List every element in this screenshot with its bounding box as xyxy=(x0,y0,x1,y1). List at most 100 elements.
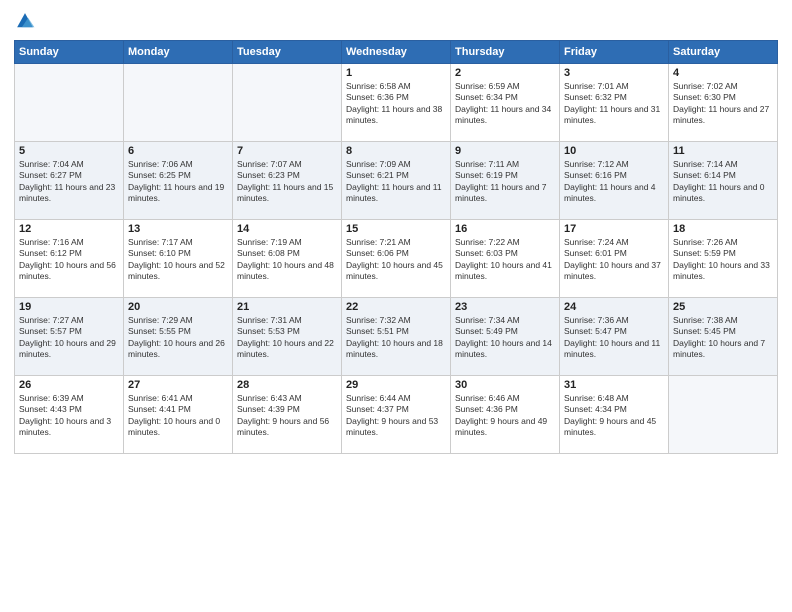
calendar-cell: 14Sunrise: 7:19 AMSunset: 6:08 PMDayligh… xyxy=(233,220,342,298)
calendar-cell: 1 Sunrise: 6:58 AMSunset: 6:36 PMDaylight… xyxy=(342,64,451,142)
calendar-cell xyxy=(233,64,342,142)
day-info: Sunrise: 6:58 AMSunset: 6:36 PMDaylight:… xyxy=(346,81,446,127)
calendar-week-row: 5 Sunrise: 7:04 AMSunset: 6:27 PMDaylight… xyxy=(15,142,778,220)
day-number: 5 xyxy=(19,145,119,157)
header xyxy=(14,10,778,32)
day-info: Sunrise: 7:06 AMSunset: 6:25 PMDaylight:… xyxy=(128,159,228,205)
calendar-cell: 31Sunrise: 6:48 AMSunset: 4:34 PMDayligh… xyxy=(560,376,669,454)
calendar-cell xyxy=(15,64,124,142)
calendar-cell: 25 Sunrise: 7:38 AMSunset: 5:45 PMDayligh… xyxy=(669,298,778,376)
calendar-cell: 13 Sunrise: 7:17 AMSunset: 6:10 PMDayligh… xyxy=(124,220,233,298)
calendar-week-row: 26Sunrise: 6:39 AMSunset: 4:43 PMDayligh… xyxy=(15,376,778,454)
day-info: Sunrise: 7:26 AMSunset: 5:59 PMDaylight:… xyxy=(673,237,773,283)
calendar-col-header: Thursday xyxy=(451,41,560,64)
logo-icon xyxy=(14,10,36,32)
calendar-col-header: Monday xyxy=(124,41,233,64)
day-number: 8 xyxy=(346,145,446,157)
calendar-col-header: Sunday xyxy=(15,41,124,64)
day-number: 2 xyxy=(455,67,555,79)
day-number: 17 xyxy=(564,223,664,235)
calendar-cell: 6 Sunrise: 7:06 AMSunset: 6:25 PMDaylight… xyxy=(124,142,233,220)
day-number: 22 xyxy=(346,301,446,313)
calendar-cell: 30 Sunrise: 6:46 AMSunset: 4:36 PMDayligh… xyxy=(451,376,560,454)
day-number: 24 xyxy=(564,301,664,313)
day-info: Sunrise: 7:32 AMSunset: 5:51 PMDaylight:… xyxy=(346,315,446,361)
calendar-week-row: 12 Sunrise: 7:16 AMSunset: 6:12 PMDayligh… xyxy=(15,220,778,298)
calendar-cell xyxy=(669,376,778,454)
calendar-cell: 5 Sunrise: 7:04 AMSunset: 6:27 PMDaylight… xyxy=(15,142,124,220)
day-info: Sunrise: 7:04 AMSunset: 6:27 PMDaylight:… xyxy=(19,159,119,205)
day-number: 15 xyxy=(346,223,446,235)
day-number: 19 xyxy=(19,301,119,313)
day-number: 11 xyxy=(673,145,773,157)
day-info: Sunrise: 7:02 AMSunset: 6:30 PMDaylight:… xyxy=(673,81,773,127)
day-info: Sunrise: 7:17 AMSunset: 6:10 PMDaylight:… xyxy=(128,237,228,283)
page: SundayMondayTuesdayWednesdayThursdayFrid… xyxy=(0,0,792,612)
day-number: 25 xyxy=(673,301,773,313)
calendar-week-row: 19 Sunrise: 7:27 AMSunset: 5:57 PMDayligh… xyxy=(15,298,778,376)
day-number: 29 xyxy=(346,379,446,391)
day-info: Sunrise: 7:11 AMSunset: 6:19 PMDaylight:… xyxy=(455,159,555,205)
day-info: Sunrise: 7:01 AMSunset: 6:32 PMDaylight:… xyxy=(564,81,664,127)
calendar-cell: 26Sunrise: 6:39 AMSunset: 4:43 PMDayligh… xyxy=(15,376,124,454)
day-info: Sunrise: 6:59 AMSunset: 6:34 PMDaylight:… xyxy=(455,81,555,127)
day-number: 14 xyxy=(237,223,337,235)
day-info: Sunrise: 7:36 AMSunset: 5:47 PMDaylight:… xyxy=(564,315,664,361)
day-info: Sunrise: 7:38 AMSunset: 5:45 PMDaylight:… xyxy=(673,315,773,361)
calendar-week-row: 1 Sunrise: 6:58 AMSunset: 6:36 PMDaylight… xyxy=(15,64,778,142)
day-number: 10 xyxy=(564,145,664,157)
day-info: Sunrise: 7:12 AMSunset: 6:16 PMDaylight:… xyxy=(564,159,664,205)
calendar-cell: 18 Sunrise: 7:26 AMSunset: 5:59 PMDayligh… xyxy=(669,220,778,298)
calendar-cell: 9 Sunrise: 7:11 AMSunset: 6:19 PMDaylight… xyxy=(451,142,560,220)
day-info: Sunrise: 6:48 AMSunset: 4:34 PMDaylight:… xyxy=(564,393,664,439)
day-info: Sunrise: 6:41 AMSunset: 4:41 PMDaylight:… xyxy=(128,393,228,439)
day-number: 16 xyxy=(455,223,555,235)
day-number: 20 xyxy=(128,301,228,313)
day-info: Sunrise: 7:31 AMSunset: 5:53 PMDaylight:… xyxy=(237,315,337,361)
day-info: Sunrise: 6:43 AMSunset: 4:39 PMDaylight:… xyxy=(237,393,337,439)
calendar-col-header: Saturday xyxy=(669,41,778,64)
calendar-cell: 27 Sunrise: 6:41 AMSunset: 4:41 PMDayligh… xyxy=(124,376,233,454)
day-number: 28 xyxy=(237,379,337,391)
day-info: Sunrise: 6:39 AMSunset: 4:43 PMDaylight:… xyxy=(19,393,119,439)
day-number: 4 xyxy=(673,67,773,79)
calendar-cell: 12 Sunrise: 7:16 AMSunset: 6:12 PMDayligh… xyxy=(15,220,124,298)
calendar-cell: 11Sunrise: 7:14 AMSunset: 6:14 PMDayligh… xyxy=(669,142,778,220)
calendar-col-header: Tuesday xyxy=(233,41,342,64)
day-info: Sunrise: 7:22 AMSunset: 6:03 PMDaylight:… xyxy=(455,237,555,283)
day-info: Sunrise: 7:27 AMSunset: 5:57 PMDaylight:… xyxy=(19,315,119,361)
calendar-cell: 16 Sunrise: 7:22 AMSunset: 6:03 PMDayligh… xyxy=(451,220,560,298)
day-number: 3 xyxy=(564,67,664,79)
calendar-cell: 4 Sunrise: 7:02 AMSunset: 6:30 PMDaylight… xyxy=(669,64,778,142)
calendar-cell: 10 Sunrise: 7:12 AMSunset: 6:16 PMDayligh… xyxy=(560,142,669,220)
day-info: Sunrise: 6:46 AMSunset: 4:36 PMDaylight:… xyxy=(455,393,555,439)
calendar-cell: 19 Sunrise: 7:27 AMSunset: 5:57 PMDayligh… xyxy=(15,298,124,376)
calendar-cell: 22 Sunrise: 7:32 AMSunset: 5:51 PMDayligh… xyxy=(342,298,451,376)
day-number: 18 xyxy=(673,223,773,235)
calendar-cell: 20 Sunrise: 7:29 AMSunset: 5:55 PMDayligh… xyxy=(124,298,233,376)
day-info: Sunrise: 7:24 AMSunset: 6:01 PMDaylight:… xyxy=(564,237,664,283)
day-info: Sunrise: 7:21 AMSunset: 6:06 PMDaylight:… xyxy=(346,237,446,283)
day-info: Sunrise: 7:29 AMSunset: 5:55 PMDaylight:… xyxy=(128,315,228,361)
day-number: 27 xyxy=(128,379,228,391)
calendar-col-header: Wednesday xyxy=(342,41,451,64)
calendar-header-row: SundayMondayTuesdayWednesdayThursdayFrid… xyxy=(15,41,778,64)
calendar-cell: 3 Sunrise: 7:01 AMSunset: 6:32 PMDaylight… xyxy=(560,64,669,142)
day-number: 9 xyxy=(455,145,555,157)
calendar-cell: 15 Sunrise: 7:21 AMSunset: 6:06 PMDayligh… xyxy=(342,220,451,298)
calendar-cell: 17 Sunrise: 7:24 AMSunset: 6:01 PMDayligh… xyxy=(560,220,669,298)
day-number: 1 xyxy=(346,67,446,79)
day-info: Sunrise: 7:16 AMSunset: 6:12 PMDaylight:… xyxy=(19,237,119,283)
day-number: 12 xyxy=(19,223,119,235)
day-info: Sunrise: 7:34 AMSunset: 5:49 PMDaylight:… xyxy=(455,315,555,361)
day-number: 30 xyxy=(455,379,555,391)
day-number: 6 xyxy=(128,145,228,157)
day-number: 23 xyxy=(455,301,555,313)
calendar-cell: 24 Sunrise: 7:36 AMSunset: 5:47 PMDayligh… xyxy=(560,298,669,376)
calendar: SundayMondayTuesdayWednesdayThursdayFrid… xyxy=(14,40,778,454)
day-number: 13 xyxy=(128,223,228,235)
calendar-cell: 21Sunrise: 7:31 AMSunset: 5:53 PMDayligh… xyxy=(233,298,342,376)
logo xyxy=(14,10,40,32)
day-info: Sunrise: 7:09 AMSunset: 6:21 PMDaylight:… xyxy=(346,159,446,205)
calendar-cell: 29Sunrise: 6:44 AMSunset: 4:37 PMDayligh… xyxy=(342,376,451,454)
